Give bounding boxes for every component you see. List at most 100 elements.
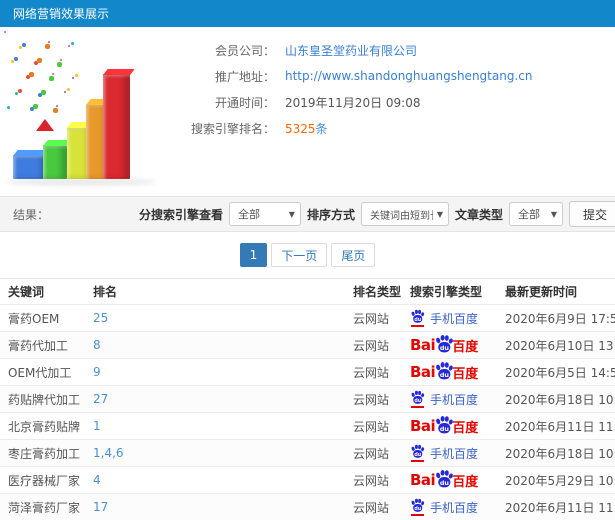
baidu-paw-icon: du [436,470,453,488]
baidu-logo: Bai du 百度 [410,362,479,382]
svg-text:du: du [414,506,421,512]
mobile-baidu-logo: du 手机百度 [410,390,505,408]
page-1-button[interactable]: 1 [239,243,268,267]
bar-chart-illustration [0,27,185,196]
rank-link[interactable]: 4 [93,473,353,487]
header-engine-type: 搜索引擎类型 [410,285,483,299]
field-url: 推广地址： http://www.shandonghuangshengtang.… [185,63,532,89]
open-time-label: 开通时间： [214,95,275,110]
result-label: 结果： [13,207,50,222]
table-row: 药贴牌代加工 27 云网站 Bai du 百度 [0,386,615,413]
article-type-label: 文章类型 [454,207,503,222]
engine-cell: Bai du 百度 [410,334,505,356]
updated-cell: 2020年6月18日 10:25 [505,392,615,407]
last-page-button[interactable]: 尾页 [331,243,376,267]
ranking-count-value: 5325条 [285,120,328,137]
engine-cell: Bai du 百度 [410,444,505,462]
page-title: 网络营销效果展示 [13,7,110,21]
company-label: 会员公司： [214,43,275,58]
rank-link[interactable]: 9 [93,365,353,379]
baidu-paw-icon: du [436,362,453,380]
chevron-down-icon: ▼ [436,209,443,219]
article-type-select-value: 全部 [517,208,540,221]
header-keyword: 关键词 [8,285,45,299]
svg-text:du: du [440,371,450,379]
field-ranking-count: 搜索引擎排名： 5325条 [185,115,532,141]
rank-type-cell: 云网站 [353,365,390,380]
updated-cell: 2020年6月10日 13:40 [505,338,615,353]
mobile-baidu-logo: du 手机百度 [410,498,505,516]
rank-link[interactable]: 1,4,6 [93,446,353,460]
table-header-row: 关键词 排名 排名类型 搜索引擎类型 最新更新时间 [0,278,615,305]
engine-cell: Bai du 百度 [410,309,505,327]
engine-cell: Bai du 百度 [410,498,505,516]
keyword-cell: 膏药代加工 [8,338,69,353]
engine-select[interactable]: 全部 ▼ [228,202,301,226]
growth-arrow-icon [36,105,54,131]
table-row: 膏药OEM 25 云网站 Bai du 百度 [0,305,615,332]
mobile-baidu-paw-icon: du [410,309,425,327]
rank-type-cell: 云网站 [353,473,390,488]
rank-link[interactable]: 8 [93,338,353,352]
ranking-count-label: 搜索引擎排名： [190,121,275,136]
chart-bar-1 [13,155,47,179]
svg-text:du: du [414,398,421,404]
updated-cell: 2020年6月11日 11:40 [505,500,615,515]
rank-link[interactable]: 27 [93,392,353,406]
keyword-cell: 菏泽膏药厂家 [8,500,81,515]
baidu-logo: Bai du 百度 [410,470,479,490]
table-row: 北京膏药贴牌 1 云网站 Bai du 百度 2020年6月11日 11 [0,413,615,440]
header-updated: 最新更新时间 [505,285,578,299]
next-page-button[interactable]: 下一页 [271,243,328,267]
updated-cell: 2020年6月11日 11:18 [505,419,615,434]
field-company: 会员公司： 山东皇圣堂药业有限公司 [185,37,532,63]
company-link[interactable]: 山东皇圣堂药业有限公司 [285,42,417,59]
rank-type-cell: 云网站 [353,500,390,515]
rank-type-cell: 云网站 [353,338,390,353]
engine-cell: Bai du 百度 [410,469,505,491]
submit-button[interactable]: 提交 [568,201,615,227]
table-row: 医疗器械厂家 4 云网站 Bai du 百度 2020年5月29日 10 [0,467,615,494]
keyword-ranking-table: 关键词 排名 排名类型 搜索引擎类型 最新更新时间 膏药OEM 25 云网站 B… [0,278,615,520]
keyword-cell: OEM代加工 [8,365,72,380]
updated-cell: 2020年5月29日 10:32 [505,473,615,488]
mobile-baidu-paw-icon: du [410,390,425,408]
rank-type-cell: 云网站 [353,446,390,461]
updated-cell: 2020年6月18日 10:19 [505,446,615,461]
table-row: 菏泽膏药厂家 17 云网站 Bai du 百度 [0,494,615,520]
svg-text:du: du [414,317,421,323]
rank-type-cell: 云网站 [353,419,390,434]
engine-cell: Bai du 百度 [410,361,505,383]
mobile-baidu-logo: du 手机百度 [410,309,505,327]
sort-select-value: 关键词由短到长排序 [369,210,433,222]
rank-type-cell: 云网站 [353,392,390,407]
svg-text:du: du [440,479,450,487]
pagination: 1 下一页 尾页 [0,232,615,278]
ranking-count-number: 5325 [285,121,316,136]
ground-shadow [6,178,156,186]
article-type-select[interactable]: 全部 ▼ [508,202,563,226]
table-row: 枣庄膏药加工 1,4,6 云网站 Bai du 百度 [0,440,615,467]
rank-link[interactable]: 17 [93,500,353,514]
open-time-value: 2019年11月20日 09:08 [285,95,421,110]
ranking-count-unit: 条 [315,121,328,136]
chevron-down-icon: ▼ [288,209,295,219]
table-row: OEM代加工 9 云网站 Bai du 百度 2020年6月5日 14:57 [0,359,615,386]
mobile-baidu-paw-icon: du [410,444,425,462]
table-row: 膏药代加工 8 云网站 Bai du 百度 2020年6月10日 13 [0,332,615,359]
rank-link[interactable]: 25 [93,311,353,325]
keyword-cell: 膏药OEM [8,311,60,326]
engine-cell: Bai du 百度 [410,415,505,437]
header-rank: 排名 [93,285,118,299]
engine-select-value: 全部 [237,208,260,221]
member-info-section: 会员公司： 山东皇圣堂药业有限公司 推广地址： http://www.shand… [0,27,615,196]
updated-cell: 2020年6月5日 14:57 [505,365,615,380]
app-header: 网络营销效果展示 [0,0,615,27]
sort-select[interactable]: 关键词由短到长排序 ▼ [360,202,449,226]
filter-controls: 分搜索引擎查看 全部 ▼ 排序方式 关键词由短到长排序 ▼ 文章类型 全部 ▼ … [139,201,615,227]
promo-url-link[interactable]: http://www.shandonghuangshengtang.cn [285,69,532,83]
keyword-cell: 枣庄膏药加工 [8,446,81,461]
rank-link[interactable]: 1 [93,419,353,433]
svg-text:du: du [440,425,450,433]
chart-bar-5 [103,74,130,179]
